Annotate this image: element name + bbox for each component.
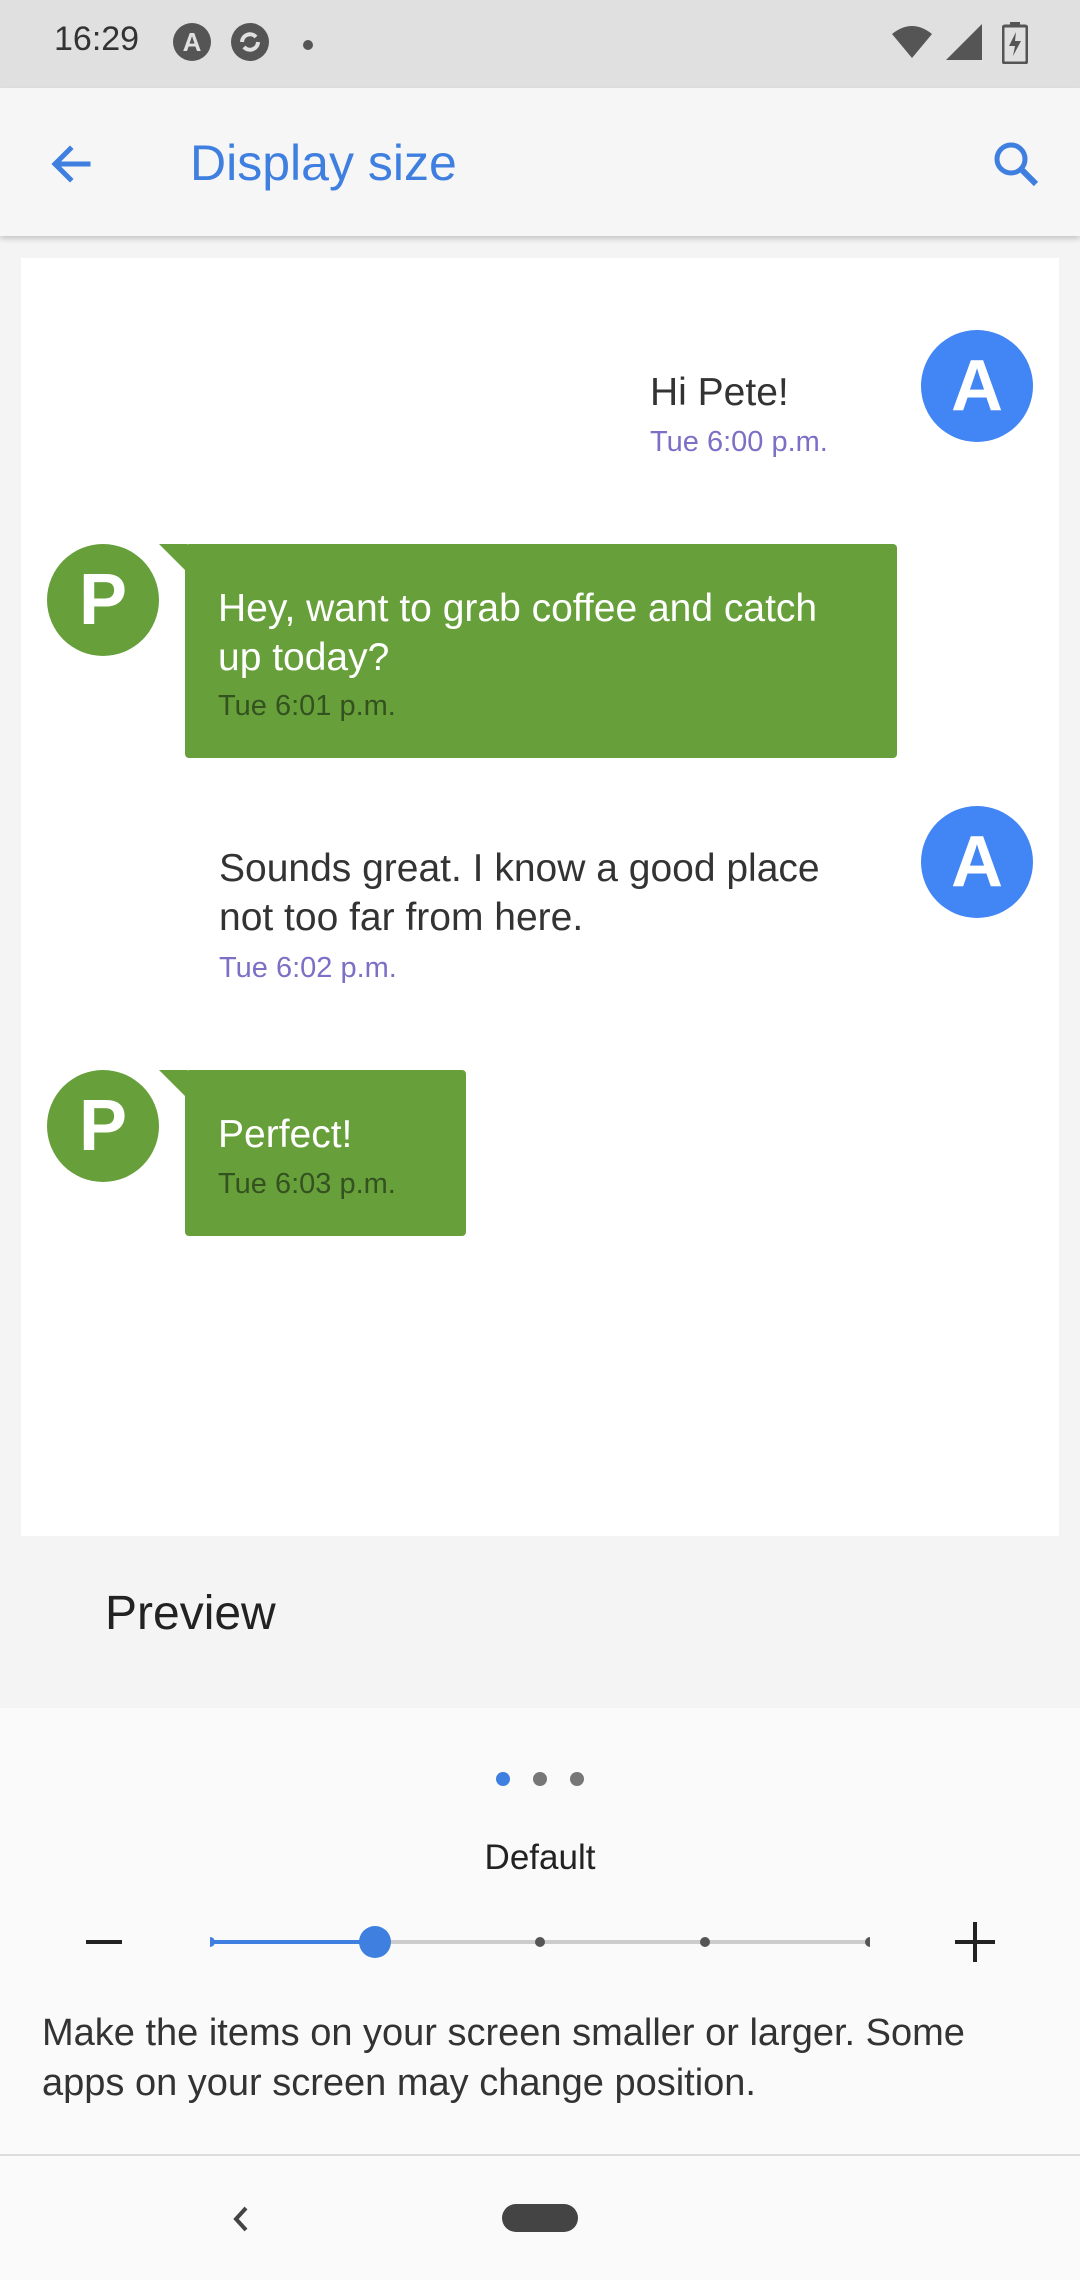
message-text: Hi Pete! (650, 371, 789, 414)
slider-tick (865, 1937, 875, 1947)
message-text: Sounds great. I know a good place not to… (219, 847, 820, 939)
slider-graphic (205, 1926, 875, 1958)
battery-charging-icon (1001, 22, 1029, 69)
size-controls: Default Make the items on your screen sm… (0, 1708, 1080, 2156)
message-bubble: Perfect! Tue 6:03 p.m. (185, 1070, 466, 1236)
avatar: A (921, 330, 1033, 442)
app-bar: Display size (0, 88, 1080, 236)
status-bar: 16:29 A (0, 0, 1080, 88)
size-label: Default (484, 1838, 596, 1877)
dot-icon (302, 38, 314, 56)
signal-icon (944, 22, 984, 67)
preview-card: Hi Pete! Tue 6:00 p.m. A P Hey, want to … (21, 258, 1059, 1536)
page-indicator-dot (496, 1772, 510, 1786)
size-slider[interactable] (205, 1914, 875, 1970)
page-indicator-dot (533, 1772, 547, 1786)
slider-tick (535, 1937, 545, 1947)
home-pill-icon[interactable] (502, 2204, 578, 2232)
arrow-back-icon (51, 145, 91, 183)
sync-icon (230, 22, 270, 67)
back-button[interactable] (40, 132, 104, 196)
message-bubble: Hey, want to grab coffee and catch up to… (185, 544, 897, 758)
plus-icon (955, 1922, 995, 1962)
bubble-tail (159, 544, 187, 572)
message-time: Tue 6:03 p.m. (218, 1168, 396, 1200)
search-icon (994, 142, 1039, 187)
navigation-bar (0, 2156, 1080, 2280)
message-text: Perfect! (218, 1113, 353, 1156)
avatar: A (921, 806, 1033, 918)
chevron-left-icon (233, 2206, 248, 2232)
nav-back-button[interactable] (216, 2194, 266, 2244)
bubble-tail (159, 1070, 187, 1098)
message-time: Tue 6:02 p.m. (219, 952, 397, 984)
minus-icon (86, 1940, 122, 1944)
avatar: P (47, 544, 159, 656)
preview-label: Preview (105, 1587, 276, 1640)
message-time: Tue 6:00 p.m. (650, 426, 828, 458)
slider-tick (205, 1937, 215, 1947)
message-time: Tue 6:01 p.m. (218, 690, 396, 722)
message-text: Hey, want to grab coffee and catch up to… (218, 587, 818, 679)
a-circle-icon: A (172, 22, 212, 67)
search-button[interactable] (984, 132, 1048, 196)
slider-thumb (359, 1926, 391, 1958)
description-text: Make the items on your screen smaller or… (42, 2012, 965, 2104)
avatar: P (47, 1070, 159, 1182)
slider-tick (700, 1937, 710, 1947)
page-indicator-dot (570, 1772, 584, 1786)
decrease-button[interactable] (76, 1914, 132, 1970)
wifi-icon (890, 22, 934, 67)
status-time: 16:29 (54, 20, 140, 58)
svg-text:A: A (183, 27, 202, 57)
page-title: Display size (190, 135, 457, 191)
increase-button[interactable] (947, 1914, 1003, 1970)
